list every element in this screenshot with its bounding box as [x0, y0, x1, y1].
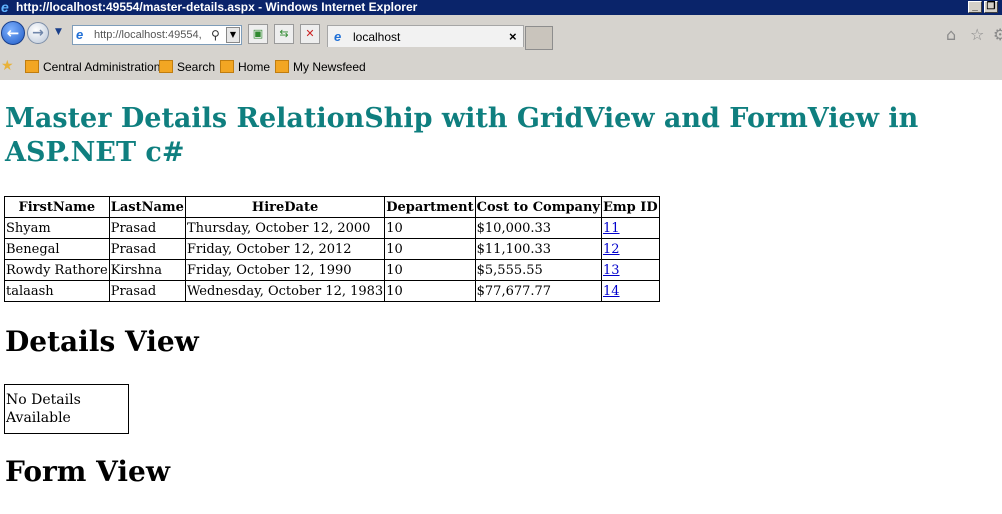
- details-view-empty: No Details Available: [4, 384, 129, 434]
- emp-id-link[interactable]: 13: [603, 263, 620, 278]
- address-dropdown-icon[interactable]: ▼: [226, 27, 240, 43]
- back-button[interactable]: ←: [1, 21, 25, 45]
- favorite-page-icon: [159, 60, 173, 73]
- address-bar[interactable]: e http://localhost:49554, ⚲ ▼: [72, 25, 242, 45]
- new-tab-button[interactable]: [525, 26, 553, 50]
- compatibility-view-button[interactable]: ▣: [248, 24, 268, 44]
- cell-emp-id: 13: [601, 259, 660, 281]
- back-arrow-icon: ←: [6, 24, 20, 42]
- tools-gear-icon[interactable]: ⚙: [993, 27, 1002, 43]
- cell-hire-date: Wednesday, October 12, 1983: [184, 280, 386, 302]
- page-ie-icon: e: [76, 27, 84, 42]
- cell-department: 10: [384, 238, 476, 260]
- search-icon[interactable]: ⚲: [211, 26, 220, 44]
- cell-first-name: Benegal: [4, 238, 110, 260]
- cell-first-name: talaash: [4, 280, 110, 302]
- home-icon[interactable]: ⌂: [946, 27, 956, 43]
- cell-hire-date: Friday, October 12, 2012: [184, 238, 386, 260]
- emp-id-link[interactable]: 12: [603, 242, 620, 257]
- stop-button[interactable]: ✕: [300, 24, 320, 44]
- cell-last-name: Prasad: [108, 217, 186, 239]
- navigation-bar: ← → ▼ e http://localhost:49554, ⚲ ▼ ▣ ⇆ …: [0, 15, 1002, 55]
- cell-hire-date: Friday, October 12, 1990: [184, 259, 386, 281]
- column-header: Department: [384, 196, 476, 218]
- stop-icon: ✕: [305, 27, 315, 40]
- cell-cost: $5,555.55: [474, 259, 603, 281]
- favorite-page-icon: [275, 60, 289, 73]
- history-dropdown-icon[interactable]: ▼: [55, 27, 62, 37]
- address-text[interactable]: http://localhost:49554,: [94, 26, 210, 44]
- column-header: FirstName: [4, 196, 110, 218]
- favorites-add-icon[interactable]: ★: [1, 58, 14, 74]
- favorite-page-icon: [220, 60, 234, 73]
- forward-arrow-icon: →: [32, 25, 44, 41]
- cell-last-name: Prasad: [108, 238, 186, 260]
- minimize-button[interactable]: _: [968, 1, 982, 13]
- cell-last-name: Kirshna: [108, 259, 186, 281]
- cell-department: 10: [384, 280, 476, 302]
- page-title: Master Details RelationShip with GridVie…: [5, 103, 919, 168]
- cell-emp-id: 11: [601, 217, 660, 239]
- restore-button[interactable]: ❐: [984, 1, 998, 13]
- favorites-bar: ★ Central Administration Search Home My …: [0, 55, 1002, 80]
- table-row: Shyam Prasad Thursday, October 12, 2000 …: [4, 217, 660, 239]
- favorite-home[interactable]: Home: [220, 59, 270, 75]
- favorite-central-administration[interactable]: Central Administration: [25, 59, 160, 75]
- cell-last-name: Prasad: [108, 280, 186, 302]
- window-title: http://localhost:49554/master-details.as…: [16, 0, 418, 14]
- table-row: Benegal Prasad Friday, October 12, 2012 …: [4, 238, 660, 260]
- table-row: Rowdy Rathore Kirshna Friday, October 12…: [4, 259, 660, 281]
- cell-cost: $10,000.33: [474, 217, 603, 239]
- favorites-star-icon[interactable]: ☆: [970, 27, 984, 43]
- favorite-my-newsfeed[interactable]: My Newsfeed: [275, 59, 366, 75]
- form-view-heading: Form View: [5, 455, 170, 488]
- favorite-search[interactable]: Search: [159, 59, 215, 75]
- refresh-button[interactable]: ⇆: [274, 24, 294, 44]
- column-header: LastName: [108, 196, 186, 218]
- refresh-icon: ⇆: [279, 27, 289, 40]
- tab-close-icon[interactable]: ×: [509, 26, 517, 48]
- tab-ie-icon: e: [334, 29, 342, 44]
- column-header: Emp ID: [601, 196, 660, 218]
- column-header: HireDate: [184, 196, 386, 218]
- page-content: Master Details RelationShip with GridVie…: [0, 80, 1002, 514]
- cell-hire-date: Thursday, October 12, 2000: [184, 217, 386, 239]
- ie-logo-icon: e: [1, 0, 9, 15]
- master-grid: FirstName LastName HireDate Department C…: [4, 196, 660, 302]
- cell-emp-id: 14: [601, 280, 660, 302]
- compatibility-icon: ▣: [252, 27, 264, 40]
- tab-label: localhost: [353, 30, 401, 44]
- cell-first-name: Shyam: [4, 217, 110, 239]
- emp-id-link[interactable]: 11: [603, 221, 620, 236]
- cell-emp-id: 12: [601, 238, 660, 260]
- table-row: talaash Prasad Wednesday, October 12, 19…: [4, 280, 660, 302]
- details-view-heading: Details View: [5, 325, 199, 358]
- cell-cost: $11,100.33: [474, 238, 603, 260]
- window-title-bar: e http://localhost:49554/master-details.…: [0, 0, 1002, 15]
- cell-department: 10: [384, 217, 476, 239]
- favorite-page-icon: [25, 60, 39, 73]
- browser-tab-localhost[interactable]: e localhost ×: [327, 25, 524, 47]
- emp-id-link[interactable]: 14: [603, 284, 620, 299]
- grid-header-row: FirstName LastName HireDate Department C…: [4, 196, 660, 218]
- cell-department: 10: [384, 259, 476, 281]
- cell-cost: $77,677.77: [474, 280, 603, 302]
- cell-first-name: Rowdy Rathore: [4, 259, 110, 281]
- column-header: Cost to Company: [474, 196, 603, 218]
- forward-button[interactable]: →: [27, 22, 49, 44]
